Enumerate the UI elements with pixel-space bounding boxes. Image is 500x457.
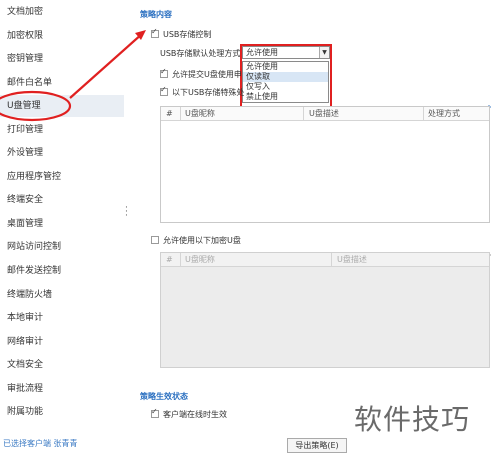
sidebar-item-app-control[interactable]: 应用程序管控	[0, 166, 124, 188]
encrypted-usb-checkbox[interactable]	[151, 236, 159, 244]
special-usb-checkbox[interactable]	[160, 85, 168, 96]
section-title-effect: 策略生效状态	[140, 392, 188, 401]
column-index: #	[166, 255, 173, 264]
watermark: 软件技巧	[354, 403, 471, 436]
default-handling-select[interactable]: 允许使用 ▼	[242, 46, 330, 59]
encrypted-usb-table: # U盘昵称 U盘描述	[160, 252, 490, 368]
sidebar-item-document-security[interactable]: 文档安全	[0, 354, 124, 376]
sidebar-item-auxiliary[interactable]: 附属功能	[0, 401, 124, 423]
dropdown-option-forbid[interactable]: 禁止使用	[243, 92, 328, 102]
splitter-handle[interactable]: · · ·	[125, 204, 128, 221]
column-description: U盘描述	[309, 109, 339, 118]
sidebar-item-network-audit[interactable]: 网络审计	[0, 331, 124, 353]
encrypted-usb-label: 允许使用以下加密U盘	[163, 236, 241, 245]
default-handling-value: 允许使用	[246, 48, 278, 57]
special-usb-table: # U盘昵称 U盘描述 处理方式	[160, 106, 490, 223]
annotation-arrow-head	[135, 30, 146, 40]
sidebar-item-doc-encrypt[interactable]: 文档加密	[0, 1, 124, 23]
sidebar-item-mail-whitelist[interactable]: 邮件白名单	[0, 72, 124, 94]
column-separator	[331, 253, 332, 267]
export-policy-button[interactable]: 导出策略(E)	[287, 438, 347, 453]
default-handling-label: USB存储默认处理方式	[160, 49, 241, 58]
sidebar-item-local-audit[interactable]: 本地审计	[0, 307, 124, 329]
dropdown-option-allow[interactable]: 允许使用	[243, 62, 328, 72]
column-nickname: U盘昵称	[185, 109, 215, 118]
sidebar-item-peripheral-management[interactable]: 外设管理	[0, 142, 124, 164]
special-usb-label: 以下USB存储特殊处	[172, 88, 245, 97]
table-header: # U盘昵称 U盘描述	[161, 253, 489, 267]
sidebar: 文档加密 加密权限 密钥管理 邮件白名单 U盘管理 打印管理 外设管理 应用程序…	[0, 0, 124, 430]
section-title-policy: 策略内容	[140, 10, 172, 19]
allow-submit-label: 允许提交U盘使用申	[172, 70, 242, 79]
column-handling: 处理方式	[428, 109, 460, 118]
column-description: U盘描述	[337, 255, 367, 264]
column-separator	[303, 107, 304, 121]
usb-control-checkbox[interactable]	[151, 27, 159, 38]
status-bar-text: 已选择客户端 张青青	[3, 439, 78, 448]
sidebar-item-approval-flow[interactable]: 审批流程	[0, 378, 124, 400]
sidebar-item-desktop-management[interactable]: 桌面管理	[0, 213, 124, 235]
allow-submit-checkbox[interactable]	[160, 67, 168, 78]
sidebar-item-endpoint-firewall[interactable]: 终端防火墙	[0, 284, 124, 306]
sidebar-item-website-access[interactable]: 网站访问控制	[0, 236, 124, 258]
usb-control-label: USB存储控制	[163, 30, 212, 39]
default-handling-dropdown: 允许使用 仅读取 仅写入 禁止使用	[242, 61, 329, 103]
sidebar-item-encrypt-permission[interactable]: 加密权限	[0, 25, 124, 47]
dropdown-option-read-only[interactable]: 仅读取	[243, 72, 328, 82]
sidebar-item-print-management[interactable]: 打印管理	[0, 119, 124, 141]
sidebar-item-mail-send-control[interactable]: 邮件发送控制	[0, 260, 124, 282]
offline-effect-label: 客户端在线时生效	[163, 410, 227, 419]
column-index: #	[166, 109, 173, 118]
column-separator	[180, 253, 181, 267]
table-header: # U盘昵称 U盘描述 处理方式	[161, 107, 489, 121]
sidebar-item-usb-management[interactable]: U盘管理	[0, 95, 124, 117]
column-separator	[423, 107, 424, 121]
dropdown-arrow-icon[interactable]: ▼	[319, 47, 329, 58]
sidebar-item-endpoint-security[interactable]: 终端安全	[0, 189, 124, 211]
dropdown-option-write-only[interactable]: 仅写入	[243, 82, 328, 92]
column-separator	[180, 107, 181, 121]
sidebar-item-key-management[interactable]: 密钥管理	[0, 48, 124, 70]
column-nickname: U盘昵称	[185, 255, 215, 264]
offline-effect-checkbox[interactable]	[151, 407, 159, 418]
